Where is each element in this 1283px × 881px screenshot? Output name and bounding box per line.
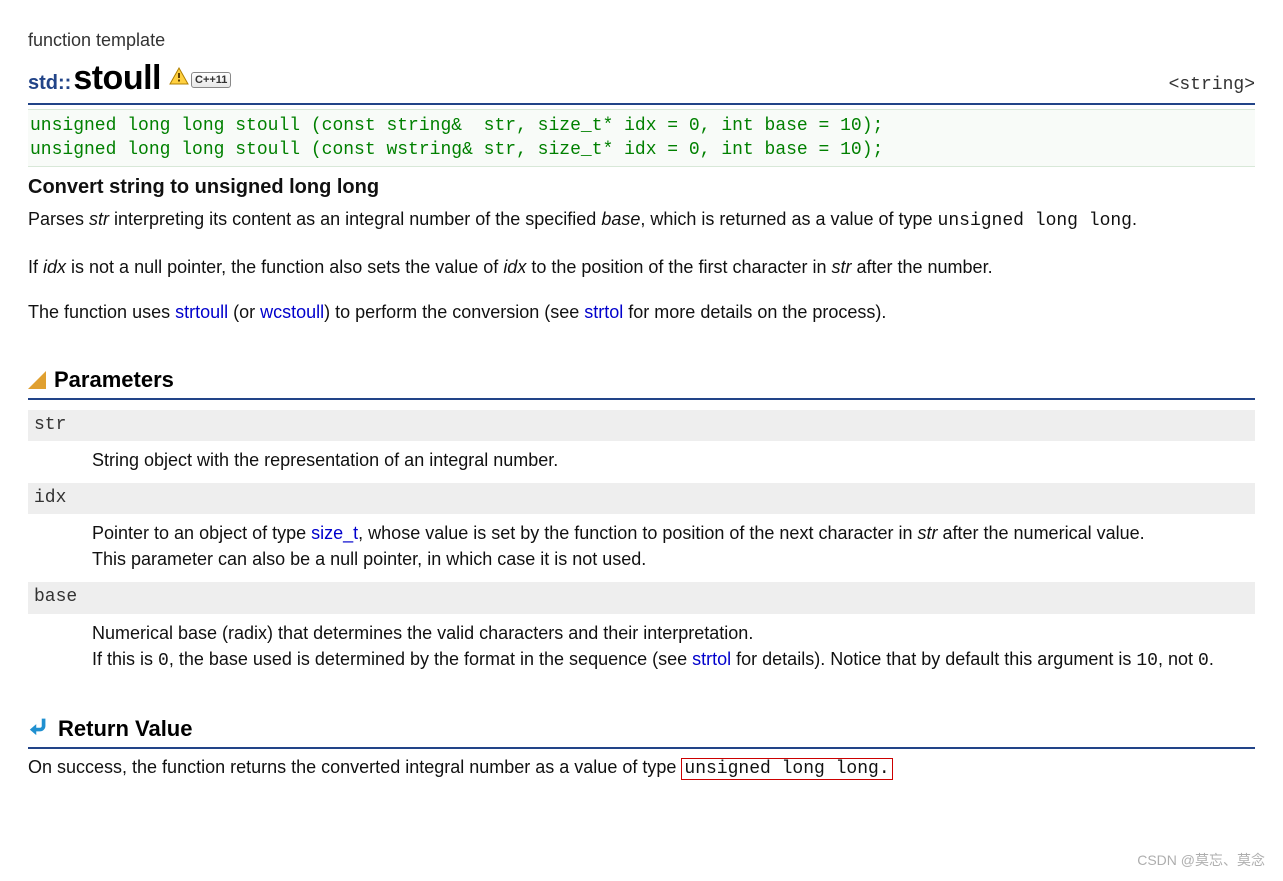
literal-zero: 0 xyxy=(158,651,169,671)
text: for details). Notice that by default thi… xyxy=(731,649,1136,669)
section-return-value: Return Value xyxy=(28,714,1255,749)
header-file: <string> xyxy=(1169,73,1255,98)
warning-icon xyxy=(169,67,189,92)
param-desc-str: String object with the representation of… xyxy=(92,447,1255,473)
function-signatures: unsigned long long stoull (const string&… xyxy=(28,109,1255,168)
section-title: Parameters xyxy=(54,365,174,396)
param-name-str: str xyxy=(28,410,1255,441)
text: If this is xyxy=(92,649,158,669)
text: This parameter can also be a null pointe… xyxy=(92,549,646,569)
cpp11-badge: C++11 xyxy=(191,72,231,88)
desc-paragraph-1: Parses str interpreting its content as a… xyxy=(28,207,1255,234)
section-parameters: Parameters xyxy=(28,365,1255,400)
param-ref-str: str xyxy=(831,257,851,277)
literal-ten: 10 xyxy=(1136,651,1158,671)
link-strtoull[interactable]: strtoull xyxy=(175,302,228,322)
param-ref-idx: idx xyxy=(503,257,526,277)
category-label: function template xyxy=(28,28,1255,53)
text: Numerical base (radix) that determines t… xyxy=(92,623,753,643)
param-ref-str: str xyxy=(89,209,109,229)
param-name-idx: idx xyxy=(28,483,1255,514)
text: , not xyxy=(1158,649,1198,669)
param-desc-idx: Pointer to an object of type size_t, who… xyxy=(92,520,1255,572)
literal-zero: 0 xyxy=(1198,651,1209,671)
text: ) to perform the conversion (see xyxy=(324,302,584,322)
ruler-icon xyxy=(28,371,46,389)
function-name: stoull xyxy=(73,55,161,103)
param-desc-base: Numerical base (radix) that determines t… xyxy=(92,620,1255,674)
return-type-highlight: unsigned long long. xyxy=(681,758,892,780)
param-ref-idx: idx xyxy=(43,257,66,277)
badges: C++11 xyxy=(169,67,231,92)
text: for more details on the process). xyxy=(623,302,886,322)
namespace-label: std:: xyxy=(28,69,71,97)
text: is not a null pointer, the function also… xyxy=(66,257,503,277)
return-arrow-icon xyxy=(28,714,50,745)
param-ref-str: str xyxy=(918,523,938,543)
text: On success, the function returns the con… xyxy=(28,757,676,777)
desc-paragraph-3: The function uses strtoull (or wcstoull)… xyxy=(28,300,1255,325)
text: Parses xyxy=(28,209,89,229)
text: interpreting its content as an integral … xyxy=(109,209,601,229)
link-strtol[interactable]: strtol xyxy=(584,302,623,322)
text: The function uses xyxy=(28,302,175,322)
title-left: std::stoull C++11 xyxy=(28,55,231,103)
text: If xyxy=(28,257,43,277)
short-description: Convert string to unsigned long long xyxy=(28,173,1255,201)
text: , whose value is set by the function to … xyxy=(358,523,917,543)
text: Pointer to an object of type xyxy=(92,523,311,543)
param-name-base: base xyxy=(28,582,1255,613)
text: . xyxy=(1132,209,1137,229)
desc-paragraph-2: If idx is not a null pointer, the functi… xyxy=(28,255,1255,280)
text: . xyxy=(1209,649,1214,669)
parameter-list: str String object with the representatio… xyxy=(28,410,1255,674)
section-title: Return Value xyxy=(58,714,192,745)
link-strtol[interactable]: strtol xyxy=(692,649,731,669)
link-wcstoull[interactable]: wcstoull xyxy=(260,302,324,322)
title-row: std::stoull C++11 <string> xyxy=(28,55,1255,105)
watermark: CSDN @莫忘、莫念 xyxy=(1137,851,1265,871)
text: to the position of the first character i… xyxy=(526,257,831,277)
param-ref-base: base xyxy=(601,209,640,229)
link-size-t[interactable]: size_t xyxy=(311,523,358,543)
text: (or xyxy=(228,302,260,322)
type-name: unsigned long long xyxy=(938,211,1132,231)
text: after the number. xyxy=(851,257,992,277)
text: , the base used is determined by the for… xyxy=(169,649,692,669)
return-value-text: On success, the function returns the con… xyxy=(28,755,1255,782)
text: , which is returned as a value of type xyxy=(640,209,937,229)
text: after the numerical value. xyxy=(938,523,1145,543)
